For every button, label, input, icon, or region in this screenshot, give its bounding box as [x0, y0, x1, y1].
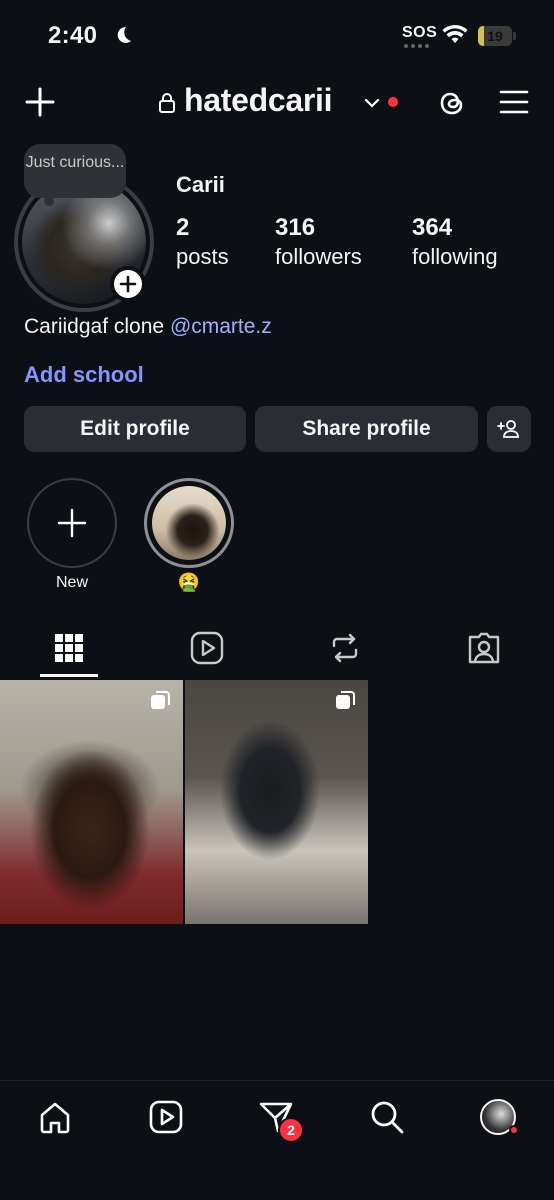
lock-icon — [159, 93, 175, 113]
following-label: following — [412, 244, 498, 269]
battery-indicator: 19 — [478, 26, 516, 46]
bio-mention-link[interactable]: @cmarte.z — [170, 315, 272, 338]
discover-people-button[interactable] — [487, 406, 531, 452]
search-icon[interactable] — [369, 1099, 405, 1135]
highlight-label: 🤮 — [177, 572, 201, 592]
followers-stat[interactable]: 316 followers — [275, 214, 362, 272]
reposts-icon[interactable] — [325, 628, 365, 668]
plus-icon — [57, 508, 87, 538]
home-icon[interactable] — [37, 1099, 73, 1135]
signal-dots — [404, 44, 429, 48]
add-person-icon — [497, 420, 519, 438]
carousel-icon — [336, 691, 355, 709]
post-thumbnail[interactable] — [185, 680, 368, 924]
tagged-icon[interactable] — [464, 628, 504, 668]
new-highlight-label: New — [55, 574, 88, 591]
new-highlight-button[interactable] — [27, 478, 117, 568]
status-time: 2:40 — [48, 22, 98, 49]
add-school-link[interactable]: Add school — [24, 362, 144, 388]
status-bar: 2:40 SOS 19 — [0, 0, 554, 72]
followers-count: 316 — [275, 214, 316, 241]
notification-badge: 2 — [278, 1117, 304, 1143]
followers-label: followers — [275, 244, 362, 269]
sos-indicator: SOS — [402, 24, 438, 41]
battery-percent: 19 — [487, 28, 503, 44]
carousel-icon — [151, 691, 170, 709]
profile-header: hatedcarii — [0, 78, 554, 128]
note-bubble-tail — [44, 196, 54, 206]
posts-label: posts — [176, 244, 229, 269]
bio: Cariidgaf clone @cmarte.z — [24, 315, 272, 339]
bio-text: Cariidgaf clone — [24, 315, 165, 338]
wifi-icon — [442, 24, 468, 43]
account-alert-dot — [388, 97, 398, 107]
profile-note[interactable]: Just curious... — [24, 144, 126, 198]
following-stat[interactable]: 364 following — [412, 214, 498, 272]
reels-icon[interactable] — [148, 1099, 184, 1135]
plus-icon — [119, 275, 137, 293]
active-tab-indicator — [40, 674, 98, 677]
chevron-down-icon[interactable] — [363, 94, 381, 112]
posts-stat[interactable]: 2 posts — [176, 214, 229, 272]
add-story-button[interactable] — [110, 266, 146, 302]
bottom-nav: 2 — [0, 1080, 554, 1200]
profile-tabs — [0, 628, 554, 678]
share-profile-button[interactable]: Share profile — [255, 406, 478, 452]
username-switcher[interactable]: hatedcarii — [184, 82, 332, 119]
create-plus-icon[interactable] — [24, 86, 56, 118]
reels-icon[interactable] — [187, 628, 227, 668]
posts-count: 2 — [176, 214, 190, 241]
moon-icon — [117, 26, 131, 43]
post-thumbnail[interactable] — [0, 680, 183, 924]
display-name: Carii — [176, 172, 225, 197]
following-count: 364 — [412, 214, 453, 241]
menu-icon[interactable] — [498, 88, 530, 116]
edit-profile-button[interactable]: Edit profile — [24, 406, 246, 452]
grid-icon[interactable] — [49, 628, 89, 668]
threads-icon[interactable] — [436, 86, 468, 120]
profile-alert-dot — [509, 1125, 519, 1135]
highlight-item[interactable] — [152, 486, 226, 560]
